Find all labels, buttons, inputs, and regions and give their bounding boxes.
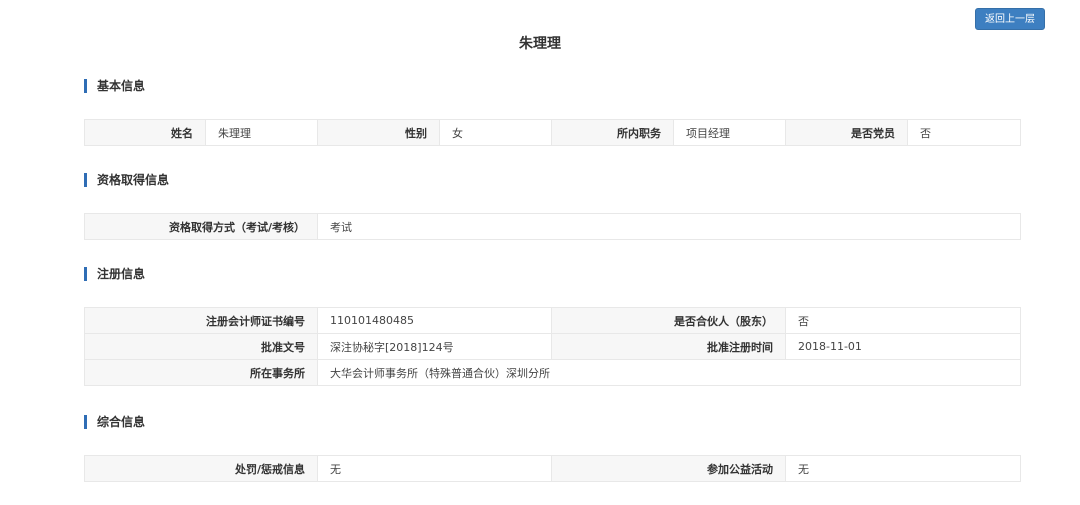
table-row: 处罚/惩戒信息 无 参加公益活动 无: [84, 455, 1021, 482]
cert-number-value: 110101480485: [317, 307, 552, 334]
back-button[interactable]: 返回上一层: [975, 8, 1045, 30]
position-label: 所内职务: [551, 119, 674, 146]
table-row: 姓名 朱理理 性别 女 所内职务 项目经理 是否党员 否: [84, 119, 1021, 146]
approval-date-value: 2018-11-01: [785, 333, 1021, 360]
firm-value: 大华会计师事务所（特殊普通合伙）深圳分所: [317, 359, 1021, 386]
table-row: 所在事务所 大华会计师事务所（特殊普通合伙）深圳分所: [84, 359, 1021, 386]
basic-info-table: 姓名 朱理理 性别 女 所内职务 项目经理 是否党员 否: [84, 119, 1021, 146]
general-info-table: 处罚/惩戒信息 无 参加公益活动 无: [84, 455, 1021, 482]
charity-label: 参加公益活动: [551, 455, 786, 482]
table-row: 批准文号 深注协秘字[2018]124号 批准注册时间 2018-11-01: [84, 333, 1021, 360]
cert-number-label: 注册会计师证书编号: [84, 307, 318, 334]
name-label: 姓名: [84, 119, 206, 146]
registration-table: 注册会计师证书编号 110101480485 是否合伙人（股东） 否 批准文号 …: [84, 307, 1021, 386]
section-title-basic: 基本信息: [84, 79, 145, 93]
penalty-label: 处罚/惩戒信息: [84, 455, 318, 482]
firm-label: 所在事务所: [84, 359, 318, 386]
qualification-method-label: 资格取得方式（考试/考核）: [84, 213, 318, 240]
table-row: 注册会计师证书编号 110101480485 是否合伙人（股东） 否: [84, 307, 1021, 334]
penalty-value: 无: [317, 455, 552, 482]
qualification-method-value: 考试: [317, 213, 1021, 240]
partner-value: 否: [785, 307, 1021, 334]
partner-label: 是否合伙人（股东）: [551, 307, 786, 334]
approval-date-label: 批准注册时间: [551, 333, 786, 360]
charity-value: 无: [785, 455, 1021, 482]
approval-number-value: 深注协秘字[2018]124号: [317, 333, 552, 360]
name-value: 朱理理: [205, 119, 318, 146]
position-value: 项目经理: [673, 119, 786, 146]
section-title-general: 综合信息: [84, 415, 145, 429]
page-title: 朱理理: [519, 36, 561, 52]
gender-value: 女: [439, 119, 552, 146]
approval-number-label: 批准文号: [84, 333, 318, 360]
qualification-table: 资格取得方式（考试/考核） 考试: [84, 213, 1021, 240]
section-title-registration: 注册信息: [84, 267, 145, 281]
table-row: 资格取得方式（考试/考核） 考试: [84, 213, 1021, 240]
section-title-qualification: 资格取得信息: [84, 173, 169, 187]
party-member-label: 是否党员: [785, 119, 908, 146]
party-member-value: 否: [907, 119, 1021, 146]
gender-label: 性别: [317, 119, 440, 146]
